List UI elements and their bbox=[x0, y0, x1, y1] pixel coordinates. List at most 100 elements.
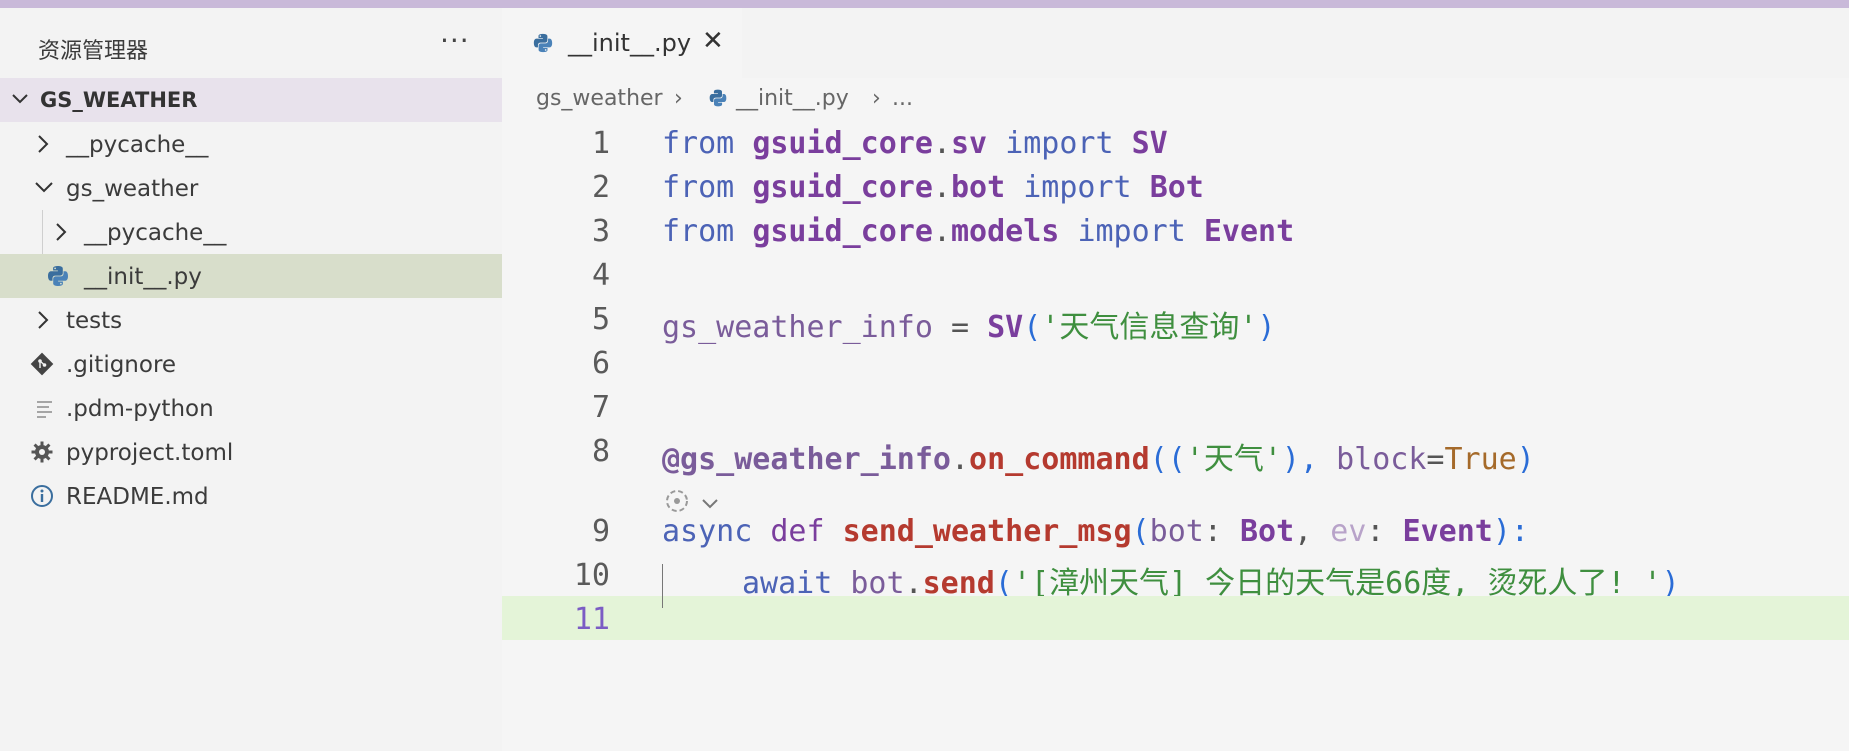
tree-item-label: __pycache__ bbox=[66, 132, 209, 158]
code-text: from gsuid_core.bot import Bot bbox=[662, 170, 1204, 205]
gear-icon bbox=[30, 440, 54, 464]
close-tab-button[interactable]: ✕ bbox=[702, 26, 724, 56]
token-keyword: def bbox=[770, 514, 825, 549]
breadcrumb-separator: › bbox=[872, 86, 881, 111]
code-line[interactable]: 4 bbox=[502, 252, 1849, 296]
line-number: 6 bbox=[591, 346, 610, 381]
code-line[interactable]: 2 from gsuid_core.bot import Bot bbox=[502, 164, 1849, 208]
explorer-title: 资源管理器 bbox=[38, 39, 149, 64]
tab-init-py[interactable]: __init__.py ✕ bbox=[502, 8, 742, 78]
token-decorator: @gs_weather_info bbox=[662, 442, 951, 477]
text-file-icon bbox=[34, 396, 58, 420]
tree-item-pdm-python[interactable]: .pdm-python bbox=[0, 386, 502, 430]
code-line[interactable]: 5 gs_weather_info = SV('天气信息查询') bbox=[502, 296, 1849, 345]
token-operator: . bbox=[950, 442, 970, 477]
token-module: bot bbox=[951, 170, 1006, 205]
token-operator: , bbox=[1294, 514, 1331, 549]
line-number: 5 bbox=[591, 302, 610, 337]
python-file-icon bbox=[708, 88, 728, 114]
token-operator: = bbox=[1426, 442, 1445, 477]
token-module: models bbox=[951, 214, 1060, 249]
tree-item-label: README.md bbox=[66, 484, 209, 510]
tree-item-label: .gitignore bbox=[66, 352, 177, 378]
tab-label: __init__.py bbox=[568, 29, 692, 57]
chevron-down-icon bbox=[34, 180, 54, 200]
git-icon bbox=[30, 352, 54, 376]
breadcrumb-symbols[interactable]: ... bbox=[892, 86, 913, 111]
line-number: 1 bbox=[591, 126, 610, 161]
line-number: 4 bbox=[591, 258, 610, 293]
token-parameter: block bbox=[1336, 442, 1427, 477]
token-operator: . bbox=[932, 214, 951, 249]
code-line[interactable]: 7 bbox=[502, 384, 1849, 428]
info-icon bbox=[30, 484, 54, 508]
breadcrumb-separator: › bbox=[674, 86, 683, 111]
chevron-down-icon bbox=[10, 88, 30, 112]
token-keyword: from bbox=[662, 126, 735, 161]
token-function: on_command bbox=[969, 442, 1150, 477]
token-paren: ): bbox=[1492, 514, 1529, 549]
token-class: Event bbox=[1402, 514, 1493, 549]
code-line-current[interactable]: 11 bbox=[502, 596, 1849, 640]
token-module: sv bbox=[951, 126, 988, 161]
tree-item-gitignore[interactable]: .gitignore bbox=[0, 342, 502, 386]
tree-item-tests[interactable]: tests bbox=[0, 298, 502, 342]
tree-item-label: tests bbox=[66, 308, 123, 334]
breadcrumb-file[interactable]: __init__.py bbox=[736, 86, 849, 111]
line-number: 3 bbox=[591, 214, 610, 249]
line-number: 8 bbox=[591, 434, 610, 469]
token-class: Bot bbox=[1149, 170, 1204, 205]
code-line[interactable]: 8 @gs_weather_info.on_command(('天气'), bl… bbox=[502, 428, 1849, 477]
line-number: 11 bbox=[573, 602, 610, 637]
copilot-codelens[interactable] bbox=[662, 486, 718, 520]
token-keyword: import bbox=[1023, 170, 1132, 205]
tree-item-readme[interactable]: README.md bbox=[0, 474, 502, 518]
token-paren: ( bbox=[1131, 514, 1150, 549]
tree-item-pyproject[interactable]: pyproject.toml bbox=[0, 430, 502, 474]
token-keyword: from bbox=[662, 170, 735, 205]
token-operator: . bbox=[932, 126, 951, 161]
code-text: from gsuid_core.sv import SV bbox=[662, 126, 1168, 161]
breadcrumb-folder[interactable]: gs_weather bbox=[536, 86, 663, 111]
token-parameter: bot bbox=[1149, 514, 1204, 549]
code-text: from gsuid_core.models import Event bbox=[662, 214, 1294, 249]
tab-bar: __init__.py ✕ bbox=[502, 8, 1849, 78]
tree-item-pycache[interactable]: __pycache__ bbox=[0, 122, 502, 166]
code-line[interactable]: 1 from gsuid_core.sv import SV bbox=[502, 120, 1849, 164]
token-parameter-unused: ev bbox=[1330, 514, 1367, 549]
chevron-right-icon bbox=[54, 222, 68, 246]
token-paren: ), bbox=[1281, 442, 1337, 477]
code-line[interactable]: 6 bbox=[502, 340, 1849, 384]
explorer-sidebar: 资源管理器 ··· GS_WEATHER __pycache__ gs_weat… bbox=[0, 8, 502, 751]
chevron-down-icon bbox=[700, 496, 720, 515]
line-number: 9 bbox=[591, 514, 610, 549]
token-class: Event bbox=[1203, 214, 1295, 249]
indent-guide bbox=[662, 564, 663, 608]
tree-item-label: __init__.py bbox=[84, 264, 202, 290]
token-class: SV bbox=[1131, 126, 1168, 161]
more-actions-button[interactable]: ··· bbox=[440, 24, 470, 57]
code-line[interactable]: 3 from gsuid_core.models import Event bbox=[502, 208, 1849, 252]
title-bar-strip bbox=[0, 0, 1849, 8]
workspace-name: GS_WEATHER bbox=[40, 88, 198, 112]
code-text: async def send_weather_msg(bot: Bot, ev:… bbox=[662, 514, 1529, 549]
token-keyword: from bbox=[662, 214, 735, 249]
python-file-icon bbox=[532, 32, 554, 54]
workspace-section-header[interactable]: GS_WEATHER bbox=[0, 78, 502, 122]
python-file-icon bbox=[46, 264, 70, 288]
line-number: 7 bbox=[591, 390, 610, 425]
tree-item-label: __pycache__ bbox=[84, 220, 227, 246]
tree-item-gs-weather[interactable]: gs_weather bbox=[0, 166, 502, 210]
editor-area: __init__.py ✕ gs_weather › __init__.py ›… bbox=[502, 8, 1849, 751]
token-keyword: import bbox=[1005, 126, 1114, 161]
token-boolean: True bbox=[1444, 442, 1517, 477]
token-module: gsuid_core bbox=[752, 214, 933, 249]
token-paren: ) bbox=[1516, 442, 1535, 477]
tree-item-init-py[interactable]: __init__.py bbox=[0, 254, 502, 298]
tree-item-nested-pycache[interactable]: __pycache__ bbox=[0, 210, 502, 254]
code-line[interactable]: 10 await bot.send('[漳州天气] 今日的天气是66度, 烫死人… bbox=[502, 552, 1849, 601]
token-module: gsuid_core bbox=[752, 126, 933, 161]
token-operator: . bbox=[932, 170, 951, 205]
tree-item-label: .pdm-python bbox=[66, 396, 214, 422]
token-keyword: import bbox=[1077, 214, 1186, 249]
